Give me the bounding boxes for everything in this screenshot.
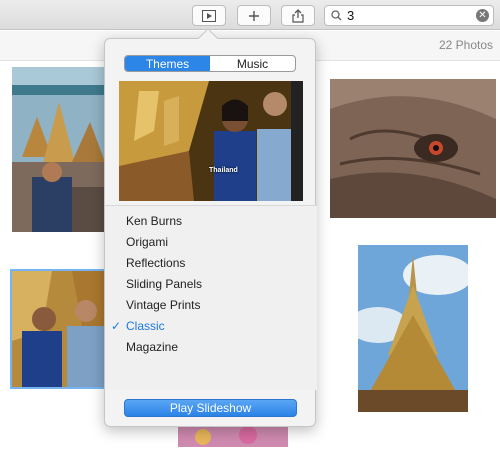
photo-temple-tourist[interactable]	[12, 67, 105, 232]
theme-magazine[interactable]: Magazine	[126, 340, 178, 354]
slideshow-button[interactable]	[192, 5, 226, 26]
clear-icon[interactable]: ✕	[476, 9, 489, 22]
share-icon	[292, 8, 304, 23]
photo-flowers[interactable]	[178, 427, 288, 447]
photo-elephant-eye[interactable]	[330, 79, 496, 218]
toolbar: 3 ✕	[0, 0, 500, 30]
preview-caption: Thailand	[209, 167, 238, 174]
add-button[interactable]	[237, 5, 271, 26]
theme-preview: Thailand	[119, 81, 303, 201]
theme-classic-label: Classic	[126, 319, 165, 333]
theme-reflections[interactable]: Reflections	[126, 256, 185, 270]
tab-music[interactable]: Music	[210, 56, 295, 71]
theme-list: Ken Burns Origami Reflections Sliding Pa…	[105, 205, 317, 390]
photo-golden-pagoda[interactable]	[358, 245, 468, 412]
themes-music-segmented-control: Themes Music	[124, 55, 296, 72]
theme-ken-burns[interactable]: Ken Burns	[126, 214, 182, 228]
plus-icon	[249, 10, 259, 21]
photo-count: 22 Photos	[438, 38, 493, 52]
theme-classic[interactable]: ✓ Classic	[111, 319, 165, 333]
search-field[interactable]: 3 ✕	[324, 5, 494, 26]
play-slideshow-button[interactable]: Play Slideshow	[124, 399, 297, 417]
magnifier-icon	[331, 10, 342, 21]
theme-origami[interactable]: Origami	[126, 235, 168, 249]
theme-vintage-prints[interactable]: Vintage Prints	[126, 298, 201, 312]
share-button[interactable]	[281, 5, 315, 26]
theme-sliding-panels[interactable]: Sliding Panels	[126, 277, 202, 291]
photo-couple-thailand[interactable]	[10, 269, 107, 389]
slideshow-icon	[202, 9, 216, 22]
search-query[interactable]: 3	[347, 8, 354, 23]
slideshow-popover: Themes Music Thailand Ken Burns Origami …	[104, 28, 317, 427]
checkmark-icon: ✓	[111, 319, 122, 333]
tab-themes[interactable]: Themes	[125, 56, 210, 71]
